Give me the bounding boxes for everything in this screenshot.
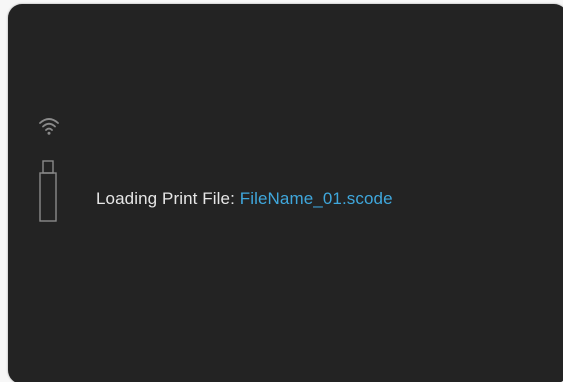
usb-drive-icon	[39, 160, 57, 222]
print-file-name: FileName_01.scode	[239, 189, 393, 208]
page: Loading Print File: FileName_01.scode	[0, 0, 563, 382]
wifi-icon	[39, 118, 59, 135]
loading-status-message: Loading Print File: FileName_01.scode	[96, 189, 393, 209]
printer-display-screen: Loading Print File: FileName_01.scode	[8, 4, 563, 382]
loading-label: Loading Print File:	[96, 189, 235, 208]
